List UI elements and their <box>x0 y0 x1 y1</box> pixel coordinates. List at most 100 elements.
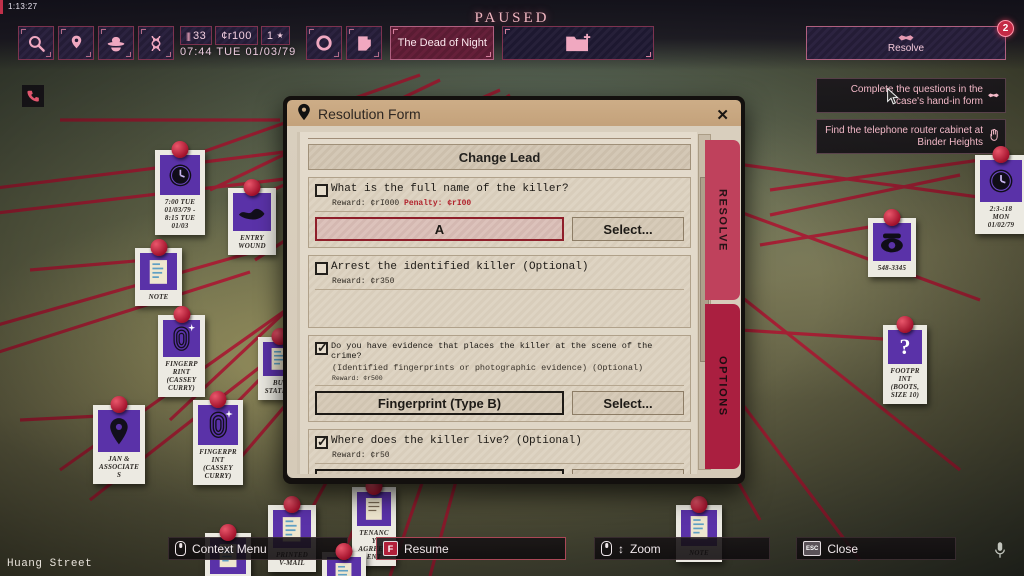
evidence-caption: NOTE <box>148 293 169 301</box>
question-header: Arrest the identified killer (Optional) <box>315 261 684 275</box>
push-pin-icon <box>883 209 901 226</box>
wound-icon <box>233 193 271 231</box>
tab-resolve[interactable]: RESOLVE <box>705 140 740 300</box>
evidence-card[interactable]: FINGERPRINT (CASSEY CURRY) <box>158 306 205 398</box>
question-header: Do you have evidence that places the kil… <box>315 340 684 362</box>
evidence-card[interactable]: ENTRY WOUND <box>228 179 276 256</box>
question-checkbox[interactable] <box>315 184 328 197</box>
main-toolbar: ||| 33 ¢r100 1 ★ 07:44 TUE 01/03/79 The D… <box>18 26 655 60</box>
question-reward: Reward: ¢rI000 Penalty: ¢rI00 <box>332 199 472 208</box>
resolve-button-label: Resolve <box>887 42 925 54</box>
resolve-button[interactable]: Resolve <box>806 26 1006 60</box>
evidence-card[interactable]: FINGERPRINT (CASSEY CURRY) <box>193 391 243 486</box>
answer-button[interactable]: 303 Binder Heights <box>315 469 564 474</box>
divider <box>315 463 684 465</box>
energy-stat: ||| 33 <box>180 26 213 45</box>
question-text: Arrest the identified killer (Optional) <box>331 261 589 273</box>
star-icon: ★ <box>276 31 285 40</box>
telephone-icon[interactable] <box>22 85 44 107</box>
push-pin-icon <box>243 179 261 196</box>
select-button[interactable]: Select... <box>572 469 684 474</box>
detective-hat-icon[interactable] <box>98 26 134 60</box>
answer-button[interactable]: A <box>315 217 564 241</box>
evidence-caption: FINGERPRINT (CASSEY CURRY) <box>199 448 237 481</box>
question-checkbox[interactable] <box>315 434 328 450</box>
push-pin-icon <box>690 496 708 513</box>
push-pin-icon <box>173 306 190 323</box>
paused-label: PAUSED <box>474 10 550 26</box>
hand-icon <box>989 128 1000 145</box>
question-list: What is the full name of the killer? Rewa… <box>308 177 691 474</box>
question-penalty: Penalty: ¢rI00 <box>404 199 472 208</box>
question-header: Where does the killer live? (Optional) <box>315 434 684 450</box>
notes-icon[interactable] <box>346 26 383 60</box>
question-checkbox[interactable] <box>315 340 328 356</box>
objective-item[interactable]: Complete the questions in the case's han… <box>816 78 1006 113</box>
hint-label: Context Menu <box>192 541 267 556</box>
tab-options[interactable]: OPTIONS <box>705 304 740 469</box>
select-button[interactable]: Select... <box>572 217 684 241</box>
divider <box>315 385 684 387</box>
energy-value: 33 <box>193 29 207 42</box>
form-content: Change Lead What is the full name of the… <box>297 132 697 474</box>
case-folder-add-icon[interactable] <box>502 26 655 60</box>
dna-icon[interactable] <box>138 26 174 60</box>
evidence-card[interactable]: NOTE <box>135 239 182 307</box>
handshake-icon <box>987 89 1000 103</box>
rank-value: 1 <box>266 29 274 42</box>
ring-icon[interactable] <box>306 26 343 60</box>
case-title[interactable]: The Dead of Night <box>390 26 495 60</box>
evidence-thumbnail <box>233 193 271 231</box>
stats-panel: ||| 33 ¢r100 1 ★ 07:44 TUE 01/03/79 <box>180 26 296 60</box>
hint-zoom[interactable]: ↕ Zoom <box>594 537 770 560</box>
question-text: Do you have evidence that places the kil… <box>331 341 653 362</box>
evidence-card[interactable]: 2:3-:18 MON 01/02/79 <box>975 146 1024 235</box>
divider <box>308 138 691 139</box>
answer-row: 303 Binder Heights Select... <box>315 469 684 474</box>
evidence-card[interactable]: 7:00 TUE 01/03/79 - 8:15 TUE 01/03 <box>155 141 205 236</box>
divider <box>315 211 684 212</box>
change-lead-button[interactable]: Change Lead <box>308 144 691 170</box>
mouse-scroll-icon <box>601 541 612 556</box>
evidence-thumbnail <box>980 160 1022 202</box>
evidence-thumbnail <box>98 410 140 452</box>
answer-button[interactable]: Fingerprint (Type B) <box>315 391 564 416</box>
evidence-caption: FINGERPRINT (CASSEY CURRY) <box>165 360 198 393</box>
close-icon[interactable]: ✕ <box>716 108 729 123</box>
evidence-caption: 2:3-:18 MON 01/02/79 <box>987 205 1015 230</box>
microphone-icon[interactable] <box>994 541 1006 564</box>
push-pin-icon <box>150 239 167 256</box>
divider <box>315 289 684 290</box>
question-reward: Reward: ¢r350 <box>332 277 395 286</box>
evidence-card[interactable]: JAN & ASSOCIATES <box>93 396 145 485</box>
select-button[interactable]: Select... <box>572 391 684 416</box>
evidence-card[interactable]: 548-3345 <box>868 209 916 278</box>
evidence-card[interactable]: ? FOOTPRINT (BOOTS, SIZE 10) <box>883 316 927 405</box>
question-text: Where does the killer live? (Optional) <box>331 435 582 448</box>
push-pin-icon <box>992 146 1010 163</box>
map-pin-icon[interactable] <box>58 26 94 60</box>
key-f-icon: F <box>383 541 398 556</box>
hint-close[interactable]: ESC Close <box>796 537 956 560</box>
objective-item[interactable]: Find the telephone router cabinet at Bin… <box>816 119 1006 154</box>
dialog-body: Change Lead What is the full name of the… <box>287 126 741 478</box>
evidence-thumbnail: ? <box>888 330 922 364</box>
answer-row: A Select... <box>315 217 684 241</box>
question-checkbox[interactable] <box>315 262 328 275</box>
hint-context-menu[interactable]: Context Menu <box>168 537 348 560</box>
question-block: Where does the killer live? (Optional) Re… <box>308 429 691 474</box>
updown-arrow-icon: ↕ <box>618 541 624 556</box>
magnifier-icon[interactable] <box>18 26 54 60</box>
handshake-icon <box>898 34 914 40</box>
pin-icon <box>98 410 140 452</box>
paper-icon <box>357 492 391 526</box>
control-hints: Context Menu F Resume ↕ Zoom ESC Close <box>168 537 956 560</box>
hint-resume[interactable]: F Resume <box>376 537 566 560</box>
phone-icon <box>873 223 911 261</box>
resolution-form-dialog: Resolution Form ✕ Change Lead What is th… <box>283 96 745 484</box>
clock-icon <box>160 155 200 195</box>
map-pin-icon <box>297 103 311 126</box>
street-label: Huang Street <box>7 558 93 570</box>
objectives-list: Complete the questions in the case's han… <box>816 78 1006 154</box>
fingerprint-icon <box>198 405 238 445</box>
